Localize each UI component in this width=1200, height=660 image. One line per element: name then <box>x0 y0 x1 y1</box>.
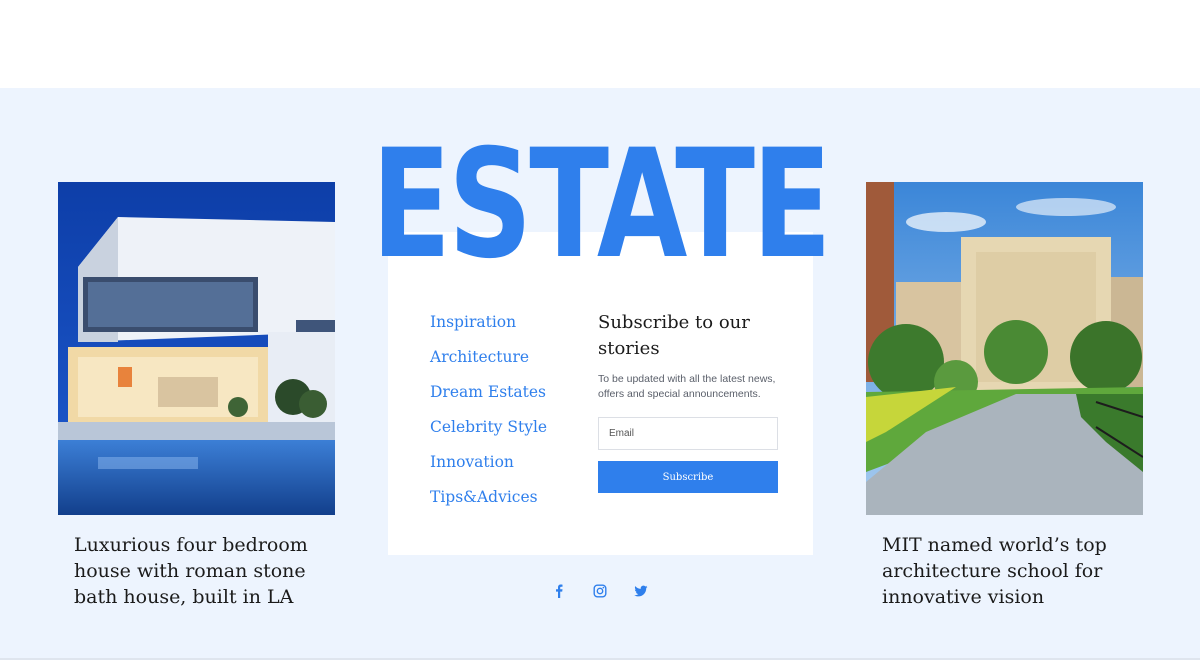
top-header-area <box>0 0 1200 88</box>
nav-item-dream-estates[interactable]: Dream Estates <box>430 380 580 415</box>
villa-illustration <box>58 182 335 515</box>
subscribe-button[interactable]: Subscribe <box>598 461 778 493</box>
subscribe-heading: Subscribe to our stories <box>598 312 750 359</box>
footer-nav: Inspiration Architecture Dream Estates C… <box>430 310 580 520</box>
nav-item-celebrity-style[interactable]: Celebrity Style <box>430 415 580 450</box>
nav-item-architecture[interactable]: Architecture <box>430 345 580 380</box>
nav-item-inspiration[interactable]: Inspiration <box>430 310 580 345</box>
campus-illustration <box>866 182 1143 515</box>
campus-article-image[interactable] <box>866 182 1143 515</box>
villa-article-title[interactable]: Luxurious four bedroom house with roman … <box>74 532 334 610</box>
subscribe-description: To be updated with all the latest news, … <box>598 373 776 400</box>
nav-item-tips-advices[interactable]: Tips&Advices <box>430 485 580 520</box>
instagram-icon[interactable] <box>593 584 607 598</box>
villa-article-image[interactable] <box>58 182 335 515</box>
estate-logo[interactable]: ESTATE <box>371 120 832 290</box>
twitter-icon[interactable] <box>634 584 648 598</box>
facebook-icon[interactable] <box>552 584 566 598</box>
email-field[interactable] <box>598 417 778 450</box>
nav-item-innovation[interactable]: Innovation <box>430 450 580 485</box>
campus-article-title[interactable]: MIT named world’s top architecture schoo… <box>882 532 1142 610</box>
